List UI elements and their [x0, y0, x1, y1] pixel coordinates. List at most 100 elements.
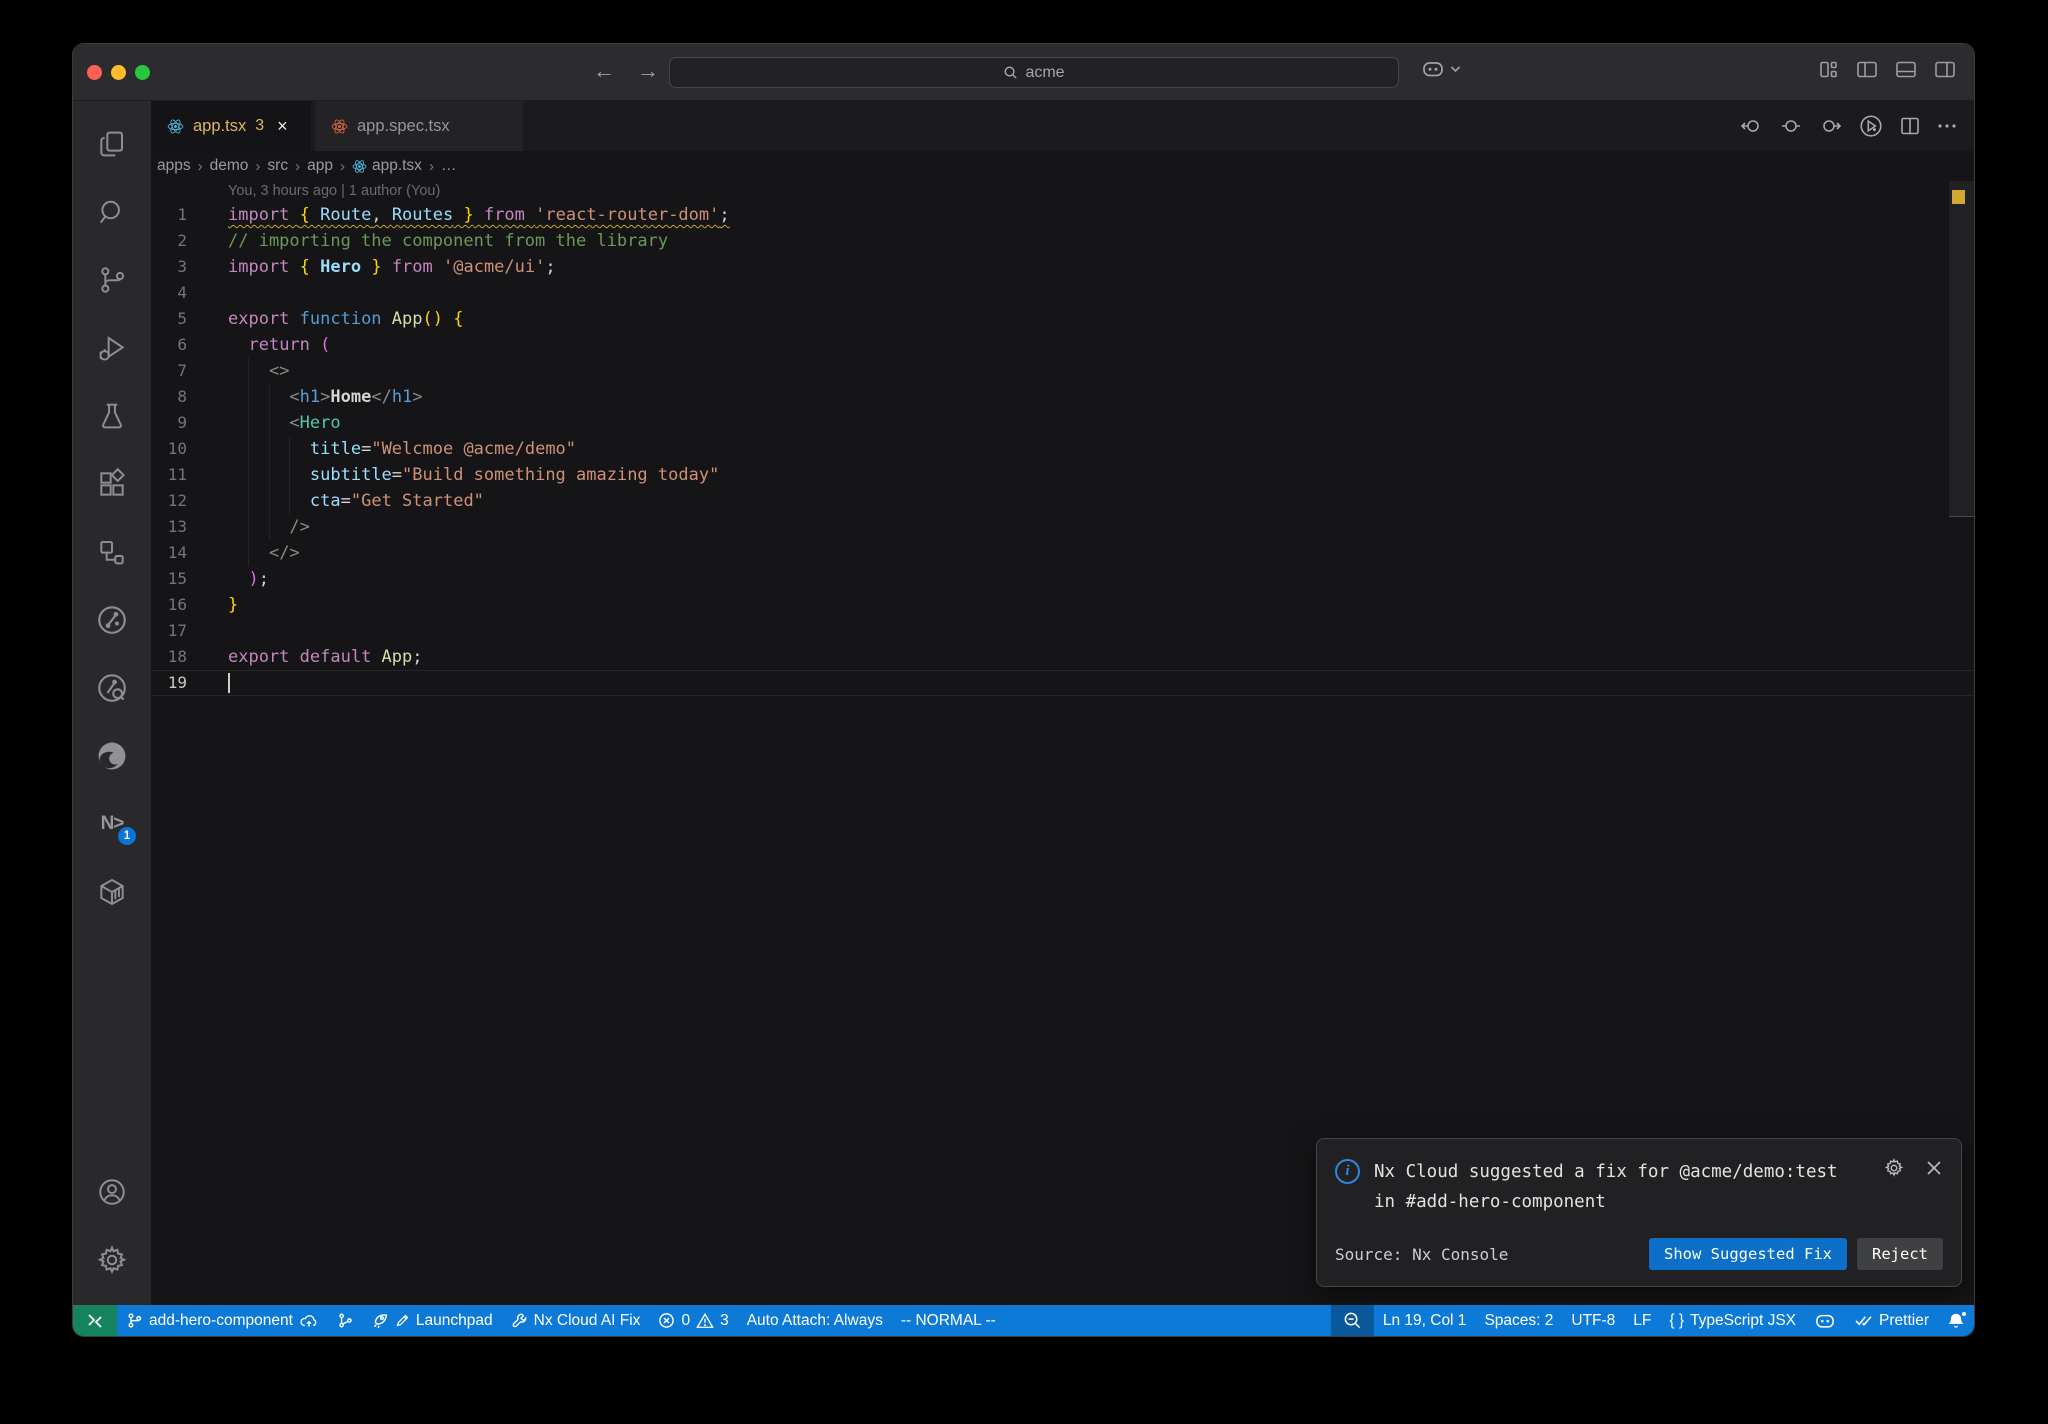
- code-line[interactable]: 18 export default App;: [151, 644, 1974, 670]
- extensions-icon[interactable]: [90, 461, 134, 507]
- testing-icon[interactable]: [90, 393, 134, 439]
- branch-name: add-hero-component: [149, 1311, 293, 1329]
- notification-source: Source: Nx Console: [1335, 1244, 1509, 1264]
- code-line[interactable]: 4: [151, 280, 1974, 306]
- tab-bar: app.tsx 3 × app.spec.tsx: [151, 101, 1974, 151]
- show-suggested-fix-button[interactable]: Show Suggested Fix: [1649, 1238, 1847, 1270]
- toggle-panel-icon[interactable]: [1895, 60, 1917, 79]
- code-line[interactable]: 3 import { Hero } from '@acme/ui';: [151, 254, 1974, 280]
- code-line[interactable]: 14 </>: [151, 540, 1974, 566]
- line-number: 18: [167, 647, 187, 666]
- close-tab-icon[interactable]: ×: [277, 116, 288, 137]
- code-line[interactable]: 9 <Hero: [151, 410, 1974, 436]
- breadcrumb-item[interactable]: demo: [210, 157, 249, 175]
- code-line[interactable]: 16}: [151, 592, 1974, 618]
- breadcrumb-item[interactable]: app: [307, 157, 333, 175]
- code-line[interactable]: 7 <>: [151, 358, 1974, 384]
- run-debug-icon[interactable]: [90, 325, 134, 371]
- code-line[interactable]: 12 cta="Get Started": [151, 488, 1974, 514]
- error-count: 0: [681, 1311, 691, 1329]
- code-editor[interactable]: You, 3 hours ago | 1 author (You) 1 impor…: [151, 181, 1974, 1305]
- workspace-references-icon[interactable]: [90, 529, 134, 575]
- more-actions-icon[interactable]: [1936, 115, 1958, 137]
- settings-gear-icon[interactable]: [90, 1237, 134, 1283]
- line-number: 4: [177, 283, 187, 302]
- react-icon: [331, 119, 348, 133]
- copilot-status[interactable]: [1805, 1305, 1845, 1336]
- git-branch-status[interactable]: add-hero-component: [117, 1305, 328, 1336]
- language-mode-status[interactable]: { } TypeScript JSX: [1660, 1305, 1805, 1336]
- current-change-icon[interactable]: [1780, 115, 1802, 137]
- auto-attach-status[interactable]: Auto Attach: Always: [738, 1305, 892, 1336]
- minimize-window-button[interactable]: [111, 65, 126, 80]
- vim-mode-status[interactable]: -- NORMAL --: [892, 1305, 1005, 1336]
- command-center-search[interactable]: acme: [669, 57, 1399, 88]
- pencil-icon: [396, 1314, 409, 1327]
- edge-browser-icon[interactable]: [90, 733, 134, 779]
- toggle-primary-sidebar-icon[interactable]: [1856, 60, 1878, 79]
- navigate-back-icon[interactable]: ←: [593, 58, 615, 84]
- container-icon[interactable]: [90, 869, 134, 915]
- run-or-debug-icon[interactable]: [1858, 113, 1884, 139]
- navigate-forward-icon[interactable]: →: [637, 58, 659, 84]
- close-window-button[interactable]: [87, 65, 102, 80]
- explorer-icon[interactable]: [90, 121, 134, 167]
- gitlens-search-icon[interactable]: [90, 665, 134, 711]
- indentation-status[interactable]: Spaces: 2: [1475, 1305, 1562, 1336]
- reject-button[interactable]: Reject: [1857, 1238, 1943, 1270]
- scrollbar-slider[interactable]: [1949, 181, 1974, 517]
- accounts-icon[interactable]: [90, 1169, 134, 1215]
- info-icon: i: [1335, 1158, 1360, 1184]
- commit-graph-icon[interactable]: [90, 597, 134, 643]
- commit-graph-status[interactable]: [328, 1305, 363, 1336]
- editor-scrollbar[interactable]: [1949, 181, 1974, 1305]
- breadcrumb-file[interactable]: app.tsx: [352, 157, 422, 175]
- zoom-window-button[interactable]: [135, 65, 150, 80]
- tab-problems-badge: 3: [255, 117, 265, 134]
- search-view-icon[interactable]: [90, 189, 134, 235]
- previous-change-icon[interactable]: [1739, 115, 1765, 137]
- tab-app-spec-tsx[interactable]: app.spec.tsx: [315, 101, 523, 151]
- source-control-icon[interactable]: [90, 257, 134, 303]
- customize-layout-icon[interactable]: [1818, 60, 1839, 79]
- split-editor-icon[interactable]: [1899, 115, 1921, 137]
- code-line[interactable]: 10 title="Welcmoe @acme/demo": [151, 436, 1974, 462]
- code-line[interactable]: 11 subtitle="Build something amazing tod…: [151, 462, 1974, 488]
- code-line[interactable]: 6 return (: [151, 332, 1974, 358]
- code-line[interactable]: 2// importing the component from the lib…: [151, 228, 1974, 254]
- code-line[interactable]: 8 <h1>Home</h1>: [151, 384, 1974, 410]
- breadcrumb-item[interactable]: apps: [157, 157, 191, 175]
- code-line[interactable]: 17: [151, 618, 1974, 644]
- nx-console-icon[interactable]: N> 1: [90, 801, 136, 847]
- breadcrumb-symbol[interactable]: …: [441, 157, 457, 175]
- code-line[interactable]: 15 );: [151, 566, 1974, 592]
- toggle-secondary-sidebar-icon[interactable]: [1934, 60, 1956, 79]
- breadcrumb-item[interactable]: src: [267, 157, 288, 175]
- line-number: 5: [177, 309, 187, 328]
- line-number: 13: [167, 517, 187, 536]
- code-line[interactable]: 1 import { Route, Routes } from 'react-ro…: [151, 202, 1974, 228]
- notifications-status[interactable]: [1938, 1305, 1974, 1336]
- launchpad-status[interactable]: Launchpad: [363, 1305, 502, 1336]
- notification-message: Nx Cloud suggested a fix for @acme/demo:…: [1374, 1161, 1838, 1213]
- code-line[interactable]: 13 />: [151, 514, 1974, 540]
- copilot-menu[interactable]: [1421, 59, 1461, 79]
- nx-cloud-ai-fix-status[interactable]: Nx Cloud AI Fix: [502, 1305, 650, 1336]
- code-line[interactable]: 5 export function App() {: [151, 306, 1974, 332]
- code-line[interactable]: 19: [151, 670, 1974, 696]
- eol-status[interactable]: LF: [1624, 1305, 1660, 1336]
- zoom-indicator[interactable]: [1330, 1305, 1374, 1336]
- next-change-icon[interactable]: [1817, 115, 1843, 137]
- warning-count: 3: [720, 1311, 729, 1329]
- problems-status[interactable]: 0 3: [649, 1305, 737, 1336]
- cursor-position-status[interactable]: Ln 19, Col 1: [1374, 1305, 1476, 1336]
- encoding-status[interactable]: UTF-8: [1562, 1305, 1624, 1336]
- prettier-status[interactable]: Prettier: [1845, 1305, 1938, 1336]
- notification-settings-gear-icon[interactable]: [1883, 1157, 1905, 1179]
- double-check-icon: [1855, 1316, 1872, 1326]
- line-number: 16: [167, 595, 187, 614]
- remote-indicator[interactable]: [73, 1305, 117, 1336]
- breadcrumb: apps › demo › src › app › app.tsx › …: [151, 151, 1974, 181]
- close-notification-icon[interactable]: [1925, 1159, 1943, 1177]
- tab-app-tsx[interactable]: app.tsx 3 ×: [151, 101, 311, 151]
